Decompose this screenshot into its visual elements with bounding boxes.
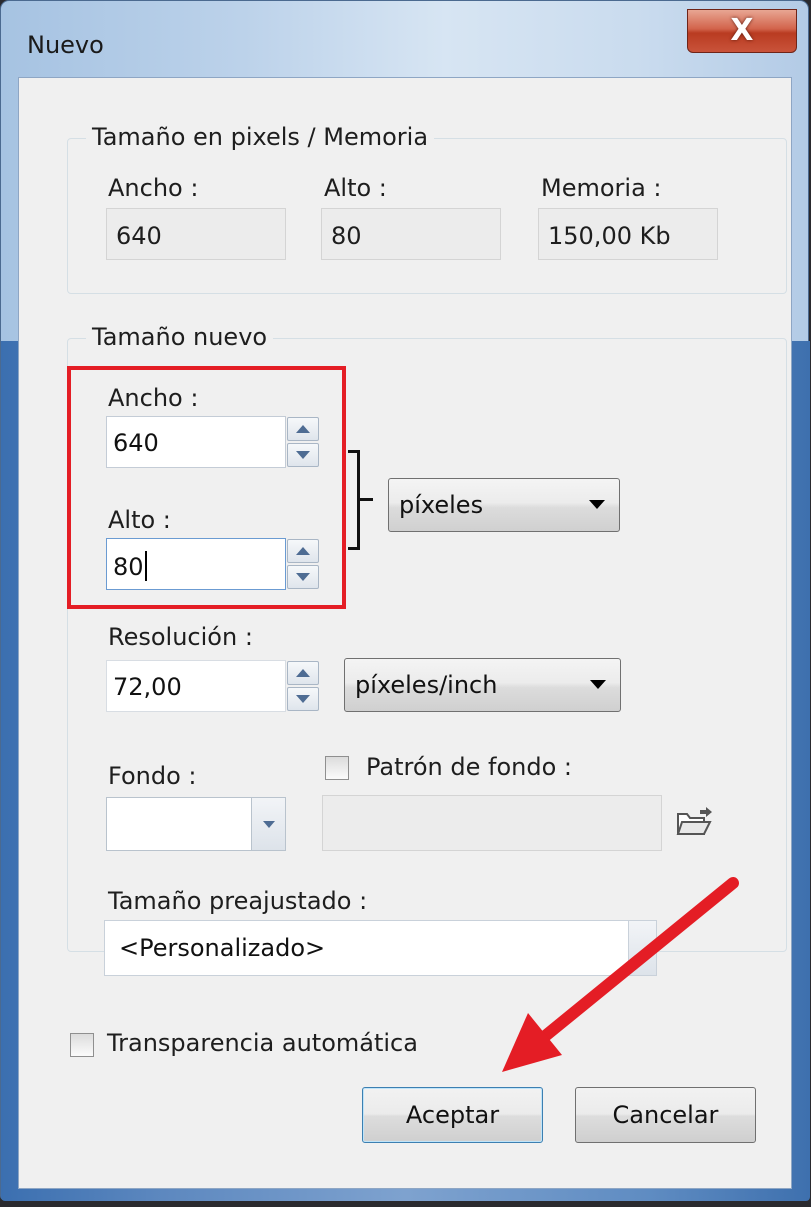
resolution-input[interactable]: 72,00 bbox=[106, 660, 286, 712]
accept-button[interactable]: Aceptar bbox=[362, 1087, 543, 1143]
preset-label: Tamaño preajustado : bbox=[108, 887, 368, 915]
arrow-up-icon bbox=[296, 669, 310, 677]
pattern-label[interactable]: Patrón de fondo : bbox=[366, 752, 572, 782]
preset-dropdown-button[interactable] bbox=[628, 921, 656, 975]
memory-label: Memoria : bbox=[541, 174, 662, 202]
chevron-down-icon bbox=[262, 820, 275, 828]
current-width-label: Ancho : bbox=[108, 174, 199, 202]
memory-value: 150,00 Kb bbox=[538, 208, 718, 260]
current-height-label: Alto : bbox=[324, 174, 387, 202]
close-button[interactable]: X bbox=[687, 9, 797, 53]
arrow-down-icon bbox=[296, 695, 310, 703]
resolution-unit-value: píxeles/inch bbox=[355, 671, 498, 699]
resolution-unit-select[interactable]: píxeles/inch bbox=[344, 658, 621, 712]
background-color-select[interactable] bbox=[106, 797, 286, 851]
size-unit-select[interactable]: píxeles bbox=[388, 478, 620, 532]
folder-open-icon[interactable] bbox=[676, 806, 714, 838]
current-height-value: 80 bbox=[321, 208, 501, 260]
highlight-annotation-box bbox=[67, 366, 346, 609]
folder-open-svg bbox=[676, 807, 712, 835]
resolution-spinner[interactable] bbox=[287, 661, 319, 711]
link-bracket-tick bbox=[359, 498, 373, 501]
spin-down-button[interactable] bbox=[287, 687, 319, 711]
memory-group-legend: Tamaño en pixels / Memoria bbox=[86, 122, 435, 152]
background-color-dropdown-button[interactable] bbox=[251, 798, 285, 850]
pattern-checkbox[interactable] bbox=[325, 756, 349, 780]
current-width-value: 640 bbox=[106, 208, 286, 260]
resolution-label: Resolución : bbox=[108, 623, 253, 651]
preset-select[interactable]: <Personalizado> bbox=[104, 920, 657, 976]
window-title: Nuevo bbox=[27, 31, 104, 59]
auto-transparency-label[interactable]: Transparencia automática bbox=[107, 1028, 418, 1058]
cancel-button[interactable]: Cancelar bbox=[575, 1087, 756, 1143]
chevron-down-icon bbox=[590, 680, 606, 689]
size-unit-value: píxeles bbox=[399, 491, 484, 519]
new-size-group-legend: Tamaño nuevo bbox=[86, 322, 274, 352]
auto-transparency-checkbox[interactable] bbox=[70, 1033, 94, 1057]
pattern-path-field[interactable] bbox=[322, 795, 662, 851]
preset-value: <Personalizado> bbox=[119, 934, 326, 962]
close-icon: X bbox=[730, 13, 754, 48]
chevron-down-icon bbox=[589, 500, 605, 509]
spin-up-button[interactable] bbox=[287, 661, 319, 685]
background-label: Fondo : bbox=[108, 762, 197, 790]
